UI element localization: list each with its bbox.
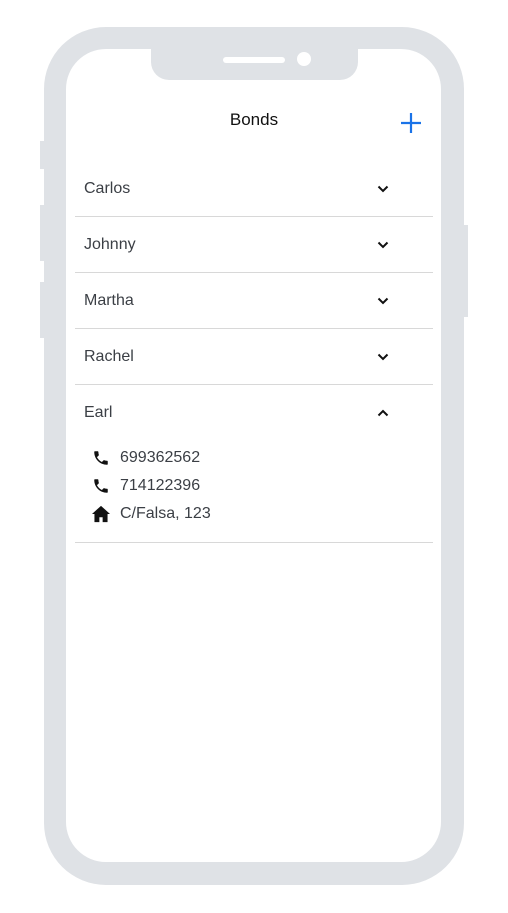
phone-number: 699362562	[120, 449, 201, 466]
phone-icon	[91, 448, 111, 468]
list-item-header-rachel[interactable]: Rachel	[75, 329, 433, 384]
list-item-header-martha[interactable]: Martha	[75, 273, 433, 328]
chevron-down-icon	[377, 297, 389, 305]
list-item-header-carlos[interactable]: Carlos	[75, 161, 433, 216]
list-item: Johnny	[75, 217, 433, 273]
list-item-header-earl[interactable]: Earl	[75, 385, 433, 440]
add-bond-button[interactable]	[396, 108, 426, 138]
contact-name: Johnny	[84, 235, 136, 253]
speaker-grille	[223, 57, 285, 63]
front-camera	[297, 52, 311, 66]
plus-icon	[401, 113, 421, 133]
contact-name: Carlos	[84, 179, 131, 197]
contact-name: Martha	[84, 291, 134, 309]
contact-name: Earl	[84, 403, 113, 421]
home-icon	[91, 504, 111, 524]
list-item: Rachel	[75, 329, 433, 385]
phone-row[interactable]: 699362562	[91, 444, 433, 472]
chevron-up-icon	[377, 409, 389, 417]
phone-notch	[151, 49, 358, 80]
phone-number: 714122396	[120, 477, 201, 494]
phone-row[interactable]: 714122396	[91, 472, 433, 500]
list-item: Earl 699362562 714122396 C/Falsa, 123	[75, 385, 433, 543]
bond-list: Carlos Johnny Martha Rachel Earl 6993625…	[75, 161, 433, 543]
chevron-down-icon	[377, 185, 389, 193]
address-text: C/Falsa, 123	[120, 505, 211, 522]
address-row[interactable]: C/Falsa, 123	[91, 500, 433, 528]
list-item: Martha	[75, 273, 433, 329]
contact-name: Rachel	[84, 347, 134, 365]
list-item-header-johnny[interactable]: Johnny	[75, 217, 433, 272]
chevron-down-icon	[377, 241, 389, 249]
phone-icon	[91, 476, 111, 496]
list-item: Carlos	[75, 161, 433, 217]
contact-details: 699362562 714122396 C/Falsa, 123	[75, 440, 433, 542]
page-title: Bonds	[229, 110, 279, 129]
chevron-down-icon	[377, 353, 389, 361]
